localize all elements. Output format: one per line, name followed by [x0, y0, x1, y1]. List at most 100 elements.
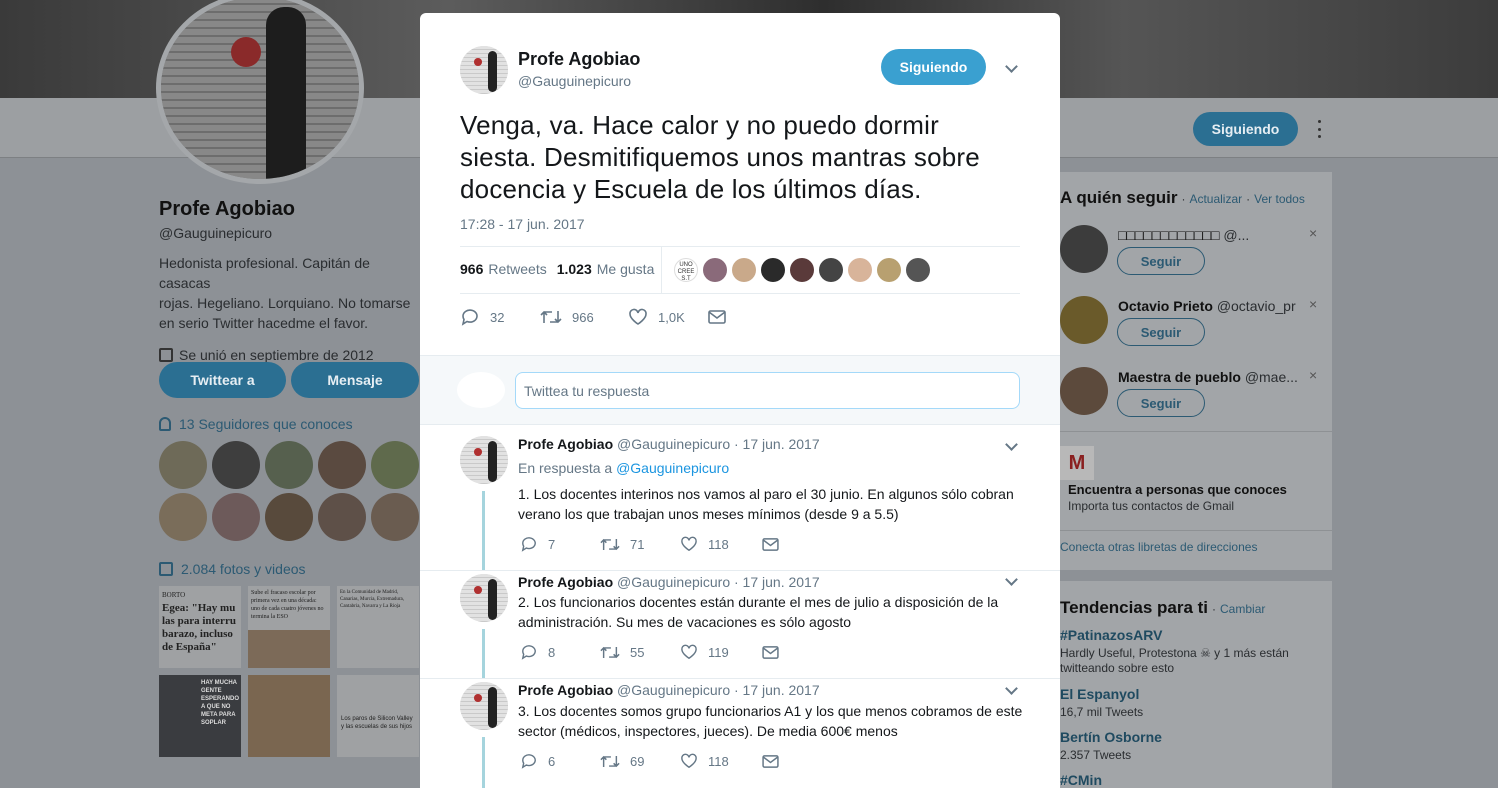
liker-avatar[interactable]: [703, 258, 727, 282]
author-name[interactable]: Profe Agobiao: [518, 49, 640, 70]
like-action[interactable]: 1,0K: [628, 308, 708, 326]
suggested-name[interactable]: Maestra de pueblo: [1118, 369, 1241, 385]
follow-button[interactable]: Seguir: [1117, 247, 1205, 275]
follow-button[interactable]: Seguir: [1117, 389, 1205, 417]
author-avatar[interactable]: [460, 46, 508, 94]
trend-meta: 16,7 mil Tweets: [1060, 705, 1144, 719]
liker-avatar[interactable]: [819, 258, 843, 282]
dismiss-icon[interactable]: ×: [1309, 225, 1317, 241]
follower-avatar[interactable]: [159, 441, 207, 489]
tweet-to-button[interactable]: Twittear a: [159, 362, 286, 398]
like-action[interactable]: 118: [680, 753, 762, 769]
connect-address-books-link[interactable]: Conecta otras libretas de direcciones: [1060, 540, 1257, 554]
profile-handle: @Gauguinepicuro: [159, 225, 273, 241]
media-thumbnail[interactable]: [248, 675, 330, 757]
media-thumbnail[interactable]: BORTO Egea: "Hay mu las para interru bar…: [159, 586, 241, 668]
liker-avatar[interactable]: [790, 258, 814, 282]
dismiss-icon[interactable]: ×: [1309, 296, 1317, 312]
follower-avatar[interactable]: [159, 493, 207, 541]
follow-button[interactable]: Seguir: [1117, 318, 1205, 346]
direct-message-action[interactable]: [708, 310, 736, 324]
follower-avatar[interactable]: [212, 441, 260, 489]
media-thumbnail[interactable]: HAY MUCHA GENTE ESPERANDO A QUE NO META …: [159, 675, 241, 757]
reply-date[interactable]: · 17 jun. 2017: [734, 436, 820, 452]
media-thumbnail[interactable]: Sube el fracaso escolar por primera vez …: [248, 586, 330, 668]
profile-more-icon[interactable]: [1316, 120, 1322, 138]
liker-avatar[interactable]: [906, 258, 930, 282]
in-reply-to-link[interactable]: @Gauguinepicuro: [616, 460, 729, 476]
like-count: 118: [708, 536, 729, 552]
suggested-avatar[interactable]: [1060, 367, 1108, 415]
media-thumbnail[interactable]: Los paros de Silicon Valley y las escuel…: [337, 675, 419, 757]
reply-date[interactable]: · 17 jun. 2017: [734, 574, 820, 590]
reply-author-name[interactable]: Profe Agobiao: [518, 682, 613, 698]
suggested-name[interactable]: □□□□□□□□□□□□: [1118, 227, 1219, 243]
tweet-timestamp[interactable]: 17:28 - 17 jun. 2017: [460, 216, 585, 232]
reply-author-handle[interactable]: @Gauguinepicuro: [617, 574, 730, 590]
retweet-action[interactable]: 966: [540, 309, 628, 325]
reply-action[interactable]: 7: [520, 536, 600, 552]
follower-avatar[interactable]: [265, 441, 313, 489]
suggested-avatar[interactable]: [1060, 296, 1108, 344]
reply-author-handle[interactable]: @Gauguinepicuro: [617, 436, 730, 452]
reply-author-handle[interactable]: @Gauguinepicuro: [617, 682, 730, 698]
find-people-title[interactable]: Encuentra a personas que conoces: [1068, 482, 1287, 497]
author-handle[interactable]: @Gauguinepicuro: [518, 73, 631, 89]
likes-count[interactable]: 1.023: [557, 261, 592, 277]
retweet-action[interactable]: 55: [600, 645, 680, 660]
follower-avatar[interactable]: [371, 493, 419, 541]
reply-input[interactable]: Twittea tu respuesta: [515, 372, 1020, 409]
follower-avatar[interactable]: [371, 441, 419, 489]
followers-you-know-link[interactable]: 13 Seguidores que conoces: [179, 416, 353, 432]
change-trends-link[interactable]: Cambiar: [1220, 602, 1265, 616]
retweet-action[interactable]: 71: [600, 537, 680, 552]
liker-avatar[interactable]: [848, 258, 872, 282]
message-button[interactable]: Mensaje: [291, 362, 419, 398]
reply-icon: [521, 645, 536, 660]
reply-author-avatar[interactable]: [460, 574, 508, 622]
likes-label[interactable]: Me gusta: [597, 261, 655, 277]
trend-item[interactable]: Bertín Osborne 2.357 Tweets: [1060, 729, 1162, 762]
direct-message-action[interactable]: [762, 537, 789, 551]
follower-avatar[interactable]: [265, 493, 313, 541]
reply-action[interactable]: 6: [520, 753, 600, 769]
photos-videos-link[interactable]: 2.084 fotos y videos: [181, 561, 306, 577]
follower-avatar[interactable]: [318, 441, 366, 489]
reply-action[interactable]: 32: [460, 308, 540, 326]
reply-author-name[interactable]: Profe Agobiao: [518, 574, 613, 590]
liker-avatar[interactable]: [732, 258, 756, 282]
reply-author-name[interactable]: Profe Agobiao: [518, 436, 613, 452]
follower-avatar[interactable]: [212, 493, 260, 541]
trend-item[interactable]: #CMin: [1060, 772, 1102, 788]
reply-author-avatar[interactable]: [460, 436, 508, 484]
suggested-name[interactable]: Octavio Prieto: [1118, 298, 1213, 314]
following-button[interactable]: Siguiendo: [881, 49, 986, 85]
profile-following-button[interactable]: Siguiendo: [1193, 112, 1298, 146]
current-user-avatar: [457, 372, 505, 408]
retweet-action[interactable]: 69: [600, 754, 680, 769]
media-thumbnail[interactable]: En la Comunidad de Madrid, Canarias, Mur…: [337, 586, 419, 668]
follower-avatar[interactable]: [318, 493, 366, 541]
likers-avatars: UNO CREE S.T: [674, 258, 934, 282]
profile-avatar[interactable]: [156, 0, 364, 184]
suggested-handle: @mae...: [1244, 369, 1298, 385]
retweets-count[interactable]: 966: [460, 261, 483, 277]
suggested-avatar[interactable]: [1060, 225, 1108, 273]
liker-avatar[interactable]: [877, 258, 901, 282]
reply-author-avatar[interactable]: [460, 682, 508, 730]
direct-message-action[interactable]: [762, 645, 789, 659]
reply-action[interactable]: 8: [520, 644, 600, 660]
liker-avatar[interactable]: UNO CREE S.T: [674, 258, 698, 282]
view-all-link[interactable]: Ver todos: [1254, 192, 1305, 206]
direct-message-action[interactable]: [762, 754, 789, 768]
retweets-label[interactable]: Retweets: [488, 261, 546, 277]
dismiss-icon[interactable]: ×: [1309, 367, 1317, 383]
refresh-link[interactable]: Actualizar: [1189, 192, 1242, 206]
trend-item[interactable]: #PatinazosARV Hardly Useful, Protestona …: [1060, 627, 1320, 675]
reply-date[interactable]: · 17 jun. 2017: [734, 682, 820, 698]
like-action[interactable]: 118: [680, 536, 762, 552]
trend-item[interactable]: El Espanyol 16,7 mil Tweets: [1060, 686, 1143, 719]
chevron-down-icon[interactable]: [1005, 60, 1018, 73]
like-action[interactable]: 119: [680, 644, 762, 660]
liker-avatar[interactable]: [761, 258, 785, 282]
